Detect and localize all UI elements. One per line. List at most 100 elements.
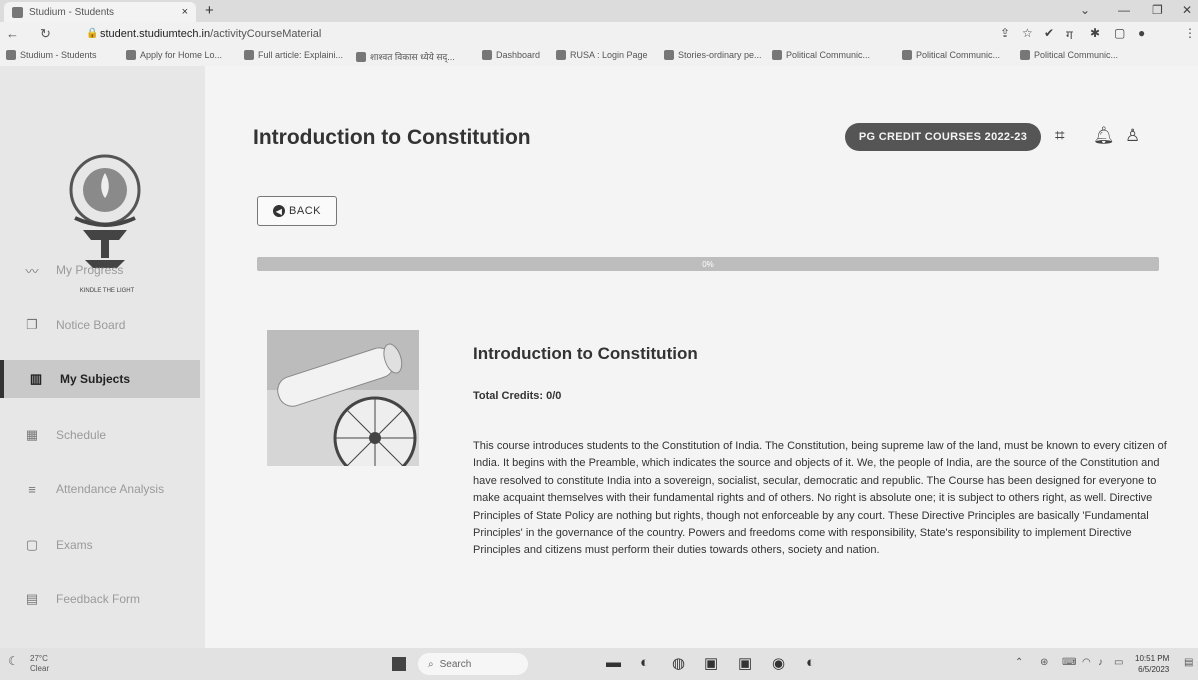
bookmark-favicon-icon <box>356 51 366 62</box>
calendar-icon: ▦ <box>25 427 39 442</box>
file-explorer-icon[interactable]: ▬ <box>606 654 621 671</box>
back-arrow-icon: ◀ <box>273 205 286 217</box>
qr-scan-icon[interactable]: ⌗ <box>1055 126 1065 146</box>
sidebar-item-label: My Subjects <box>60 372 131 386</box>
progress-label: 0% <box>702 259 714 269</box>
share-icon[interactable]: ⇪ <box>1000 26 1010 40</box>
course-progress-bar: 0% <box>257 257 1159 271</box>
sidebar-item-my-progress[interactable]: 〰 My Progress <box>0 251 200 289</box>
url-field[interactable]: student.studiumtech.in/activityCourseMat… <box>100 28 321 40</box>
sidebar-item-schedule[interactable]: ▦ Schedule <box>0 416 200 454</box>
sidebar-item-feedback-form[interactable]: ▤ Feedback Form <box>0 580 200 618</box>
sidebar-item-label: Attendance Analysis <box>56 482 165 496</box>
sidebar-item-notice-board[interactable]: ❐ Notice Board <box>0 306 200 344</box>
reload-icon[interactable]: ↻ <box>40 26 51 42</box>
tray-app-icon[interactable]: ⊛ <box>1040 657 1048 668</box>
url-host: student.studiumtech.in <box>100 28 211 40</box>
bookmark-favicon-icon <box>6 50 16 60</box>
bookmark-item[interactable]: Political Communic... <box>902 50 1000 60</box>
translate-extension-icon[interactable]: ग <box>1066 26 1073 43</box>
bookmark-favicon-icon <box>1020 50 1030 60</box>
bookmark-item[interactable]: RUSA : Login Page <box>556 50 648 60</box>
bookmark-item[interactable]: Full article: Explaini... <box>244 50 343 60</box>
taskbar-search-placeholder: Search <box>439 658 472 670</box>
volume-icon[interactable]: ♪ <box>1098 657 1103 668</box>
store-icon[interactable]: ▣ <box>704 654 718 672</box>
clock-date: 6/5/2023 <box>1138 665 1170 674</box>
battery-icon[interactable]: ▭ <box>1114 657 1123 668</box>
sidebar-item-exams[interactable]: ▢ Exams <box>0 526 200 564</box>
notification-bell-icon[interactable]: 🔔︎ <box>1093 126 1115 146</box>
new-tab-button[interactable]: + <box>205 2 214 19</box>
bookmark-favicon-icon <box>482 50 492 60</box>
notification-icon[interactable]: ▤ <box>1184 657 1193 668</box>
bookmark-star-icon[interactable]: ☆ <box>1022 26 1033 40</box>
weather-widget[interactable]: ☾ 27°C Clear <box>8 654 50 674</box>
bookmark-item[interactable]: Political Communic... <box>1020 50 1118 60</box>
course-description: This course introduces students to the C… <box>473 440 1167 557</box>
bookmark-favicon-icon <box>902 50 912 60</box>
search-icon: ⌕ <box>428 658 434 670</box>
sidebar-item-my-subjects[interactable]: ▥ My Subjects <box>0 360 200 398</box>
windows-start-icon[interactable] <box>392 657 406 671</box>
close-window-button[interactable]: ✕ <box>1182 3 1192 17</box>
taskbar-search[interactable]: ⌕ Search <box>418 653 528 675</box>
course-session-badge[interactable]: PG CREDIT COURSES 2022-23 <box>845 123 1041 151</box>
app-icon[interactable]: ▣ <box>738 654 752 672</box>
temperature: 27°C <box>30 654 48 663</box>
maximize-button[interactable]: ❐ <box>1152 3 1163 17</box>
address-bar: ← ↻ 🔒 student.studiumtech.in/activityCou… <box>0 22 1198 46</box>
bookmark-favicon-icon <box>556 50 566 60</box>
tab-search-icon[interactable]: ⌄ <box>1080 3 1090 17</box>
back-button-label: BACK <box>289 205 321 217</box>
exams-icon: ▢ <box>25 537 39 552</box>
bookmark-favicon-icon <box>664 50 674 60</box>
book-icon: ▥ <box>29 371 43 386</box>
app-icon[interactable]: ◍ <box>672 654 685 672</box>
bookmark-item[interactable]: Stories-ordinary pe... <box>664 50 762 60</box>
bookmark-favicon-icon <box>244 50 254 60</box>
chrome-browser-icon[interactable]: ◉ <box>772 654 785 672</box>
constitution-thumbnail-image <box>267 330 419 466</box>
tab-title: Studium - Students <box>29 6 115 18</box>
bookmark-item[interactable]: Studium - Students <box>6 50 97 60</box>
windows-taskbar: ☾ 27°C Clear ⌕ Search ▬ ◐ ◍ ▣ ▣ ◉ ◐ ⌃ ⊛ … <box>0 648 1198 680</box>
progress-icon: 〰 <box>25 263 39 279</box>
browser-menu-icon[interactable]: ⋮ <box>1184 26 1196 40</box>
bookmark-item[interactable]: Apply for Home Lo... <box>126 50 222 60</box>
sidebar-item-label: Notice Board <box>56 318 126 332</box>
user-profile-icon[interactable]: ♙ <box>1125 126 1140 146</box>
profile-avatar-icon[interactable]: ● <box>1138 26 1145 40</box>
bookmark-item[interactable]: Dashboard <box>482 50 540 60</box>
feedback-icon: ▤ <box>25 591 39 606</box>
minimize-button[interactable]: — <box>1118 3 1130 17</box>
sidebar-item-attendance-analysis[interactable]: ≡ Attendance Analysis <box>0 470 200 508</box>
sidebar-item-label: Exams <box>56 538 93 552</box>
extensions-puzzle-icon[interactable]: ✱ <box>1090 26 1100 40</box>
edge-browser-icon[interactable]: ◐ <box>640 654 649 671</box>
back-arrow-icon[interactable]: ← <box>6 26 19 41</box>
bookmark-favicon-icon <box>772 50 782 60</box>
lock-icon[interactable]: 🔒 <box>86 28 98 39</box>
tray-chevron-icon[interactable]: ⌃ <box>1015 657 1023 668</box>
tab-close-button[interactable]: × <box>182 6 188 18</box>
keyboard-icon[interactable]: ⌨ <box>1062 657 1076 668</box>
main-content: Introduction to Constitution PG CREDIT C… <box>205 66 1198 648</box>
browser-tab-strip: Studium - Students × + ⌄ — ❐ ✕ <box>0 0 1198 22</box>
sidebar: KINDLE THE LIGHT 〰 My Progress ❐ Notice … <box>0 66 205 648</box>
sidebar-item-label: Schedule <box>56 428 107 442</box>
checkmark-extension-icon[interactable]: ✔ <box>1044 26 1054 40</box>
side-panel-icon[interactable]: ▢ <box>1114 26 1125 40</box>
system-clock[interactable]: 10:51 PM 6/5/2023 <box>1135 653 1169 675</box>
weather-condition: Clear <box>30 664 50 673</box>
wifi-icon[interactable]: ◠ <box>1082 657 1091 668</box>
url-path: /activityCourseMaterial <box>210 28 322 40</box>
edge-browser-icon[interactable]: ◐ <box>806 654 815 671</box>
browser-tab[interactable]: Studium - Students × <box>4 2 196 22</box>
clock-time: 10:51 PM <box>1135 654 1170 663</box>
bookmarks-bar: Studium - Students Apply for Home Lo... … <box>0 46 1198 66</box>
back-button[interactable]: ◀ BACK <box>257 196 337 226</box>
bookmark-item[interactable]: Political Communic... <box>772 50 870 60</box>
weather-icon: ☾ <box>8 654 19 668</box>
bookmark-item[interactable]: शाश्वत विकास ध्येये सद्... <box>356 50 455 63</box>
